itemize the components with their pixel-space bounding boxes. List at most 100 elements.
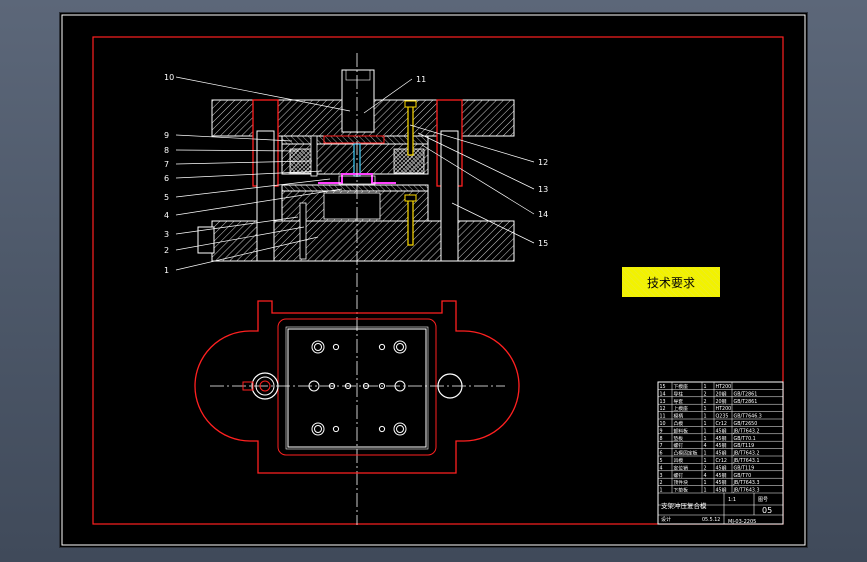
title-block-cell: 45钢 bbox=[716, 435, 727, 442]
title-block-cell: JB/T7643.3 bbox=[733, 480, 760, 486]
counterbore-hole bbox=[393, 422, 407, 436]
technical-requirements-note: 技术要求 bbox=[622, 267, 720, 297]
ejector-block bbox=[323, 192, 381, 220]
title-block-cell: 凸模固定板 bbox=[674, 450, 698, 457]
title-block-cell: 9 bbox=[660, 428, 663, 434]
title-block-cell: 45钢 bbox=[716, 464, 727, 471]
title-block-cell: 凸模 bbox=[674, 420, 684, 427]
title-block-cell: 定位销 bbox=[674, 464, 689, 471]
callout-number: 6 bbox=[164, 174, 169, 183]
title-block-cell: JB/T7643.2 bbox=[733, 451, 760, 457]
title-block-cell: 45钢 bbox=[716, 427, 727, 434]
pin-hole bbox=[332, 425, 340, 433]
title-block-cell: 螺钉 bbox=[674, 472, 684, 479]
title-block-cell: Cr12 bbox=[716, 421, 727, 427]
title-block-cell: 5 bbox=[660, 458, 663, 464]
title-block-cell: Q235 bbox=[716, 414, 729, 420]
front-section-view bbox=[197, 53, 515, 525]
title-block-cell: 下垫板 bbox=[674, 487, 689, 494]
callout-number: 11 bbox=[416, 75, 426, 84]
die-plate bbox=[281, 184, 429, 192]
title-block-cell: 导柱 bbox=[674, 390, 684, 397]
drawing-title: 支架冲压复合模 bbox=[661, 501, 707, 510]
title-block-cell: 45钢 bbox=[716, 487, 727, 494]
counterbore-hole bbox=[311, 422, 325, 436]
counterbore-hole bbox=[393, 340, 407, 354]
title-block-cell: 1 bbox=[704, 451, 707, 457]
title-block-cell: GB/T119 bbox=[734, 443, 755, 449]
callout-number: 9 bbox=[164, 131, 169, 140]
title-block-cell: 凹模 bbox=[674, 457, 684, 464]
title-block-cell: 1 bbox=[704, 406, 707, 412]
pin-hole bbox=[332, 343, 340, 351]
callout-number: 4 bbox=[164, 211, 169, 220]
assembly-drawing: 10987654321 1112131415 技术要求 15 下模座 1 HT2… bbox=[61, 14, 806, 546]
title-block-cell: 1 bbox=[660, 488, 663, 494]
die-shank bbox=[341, 69, 375, 133]
title-block-cell: 14 bbox=[660, 391, 666, 397]
screw-lower-head bbox=[404, 194, 417, 202]
counterbore-hole bbox=[311, 340, 325, 354]
title-block-cell: 10 bbox=[660, 421, 666, 427]
title-block-cell: HT200 bbox=[716, 406, 732, 412]
scale-value: 1:1 bbox=[728, 497, 736, 503]
drawing-code: MJ-03-2205 bbox=[728, 519, 756, 525]
title-block-cell: 1 bbox=[704, 384, 707, 390]
title-block-cell: 上模座 bbox=[674, 405, 689, 412]
title-block-cell: JB/T7643.2 bbox=[733, 428, 760, 434]
title-block-cell: 13 bbox=[660, 399, 666, 405]
title-block-cell: 1 bbox=[704, 458, 707, 464]
title-block-cell: 4 bbox=[660, 465, 663, 471]
title-block-cell: 4 bbox=[704, 443, 707, 449]
sheet-label: 图号 bbox=[758, 497, 768, 503]
callout-number: 8 bbox=[164, 146, 169, 155]
title-block-cell: 45钢 bbox=[716, 450, 727, 457]
title-block-cell: 导套 bbox=[674, 398, 684, 405]
screw-lower bbox=[407, 196, 414, 246]
title-block-cell: GB/T119 bbox=[734, 465, 755, 471]
dowel-pin-left bbox=[299, 202, 307, 260]
title-block-cell: 模柄 bbox=[674, 413, 684, 420]
title-block-cell: 7 bbox=[660, 443, 663, 449]
title-block-cell: 11 bbox=[660, 414, 666, 420]
callout-number: 5 bbox=[164, 193, 169, 202]
title-block: 15 下模座 1 HT20014 导柱 2 20钢 GB/T286113 导套 2 20钢 GB/T2… bbox=[657, 381, 784, 525]
title-block-cell: 2 bbox=[704, 399, 707, 405]
title-block-cell: 6 bbox=[660, 451, 663, 457]
cad-viewport-background: 10 9 8 7 6 5 4 3 2 1 11 12 13 14 15 技术要求… bbox=[0, 0, 867, 562]
callout-number: 10 bbox=[164, 73, 174, 82]
title-block-cell: 1 bbox=[704, 436, 707, 442]
title-block-cell: 1 bbox=[704, 488, 707, 494]
callout-number: 3 bbox=[164, 230, 169, 239]
callout-number: 14 bbox=[538, 210, 548, 219]
screw-upper-head bbox=[404, 100, 417, 108]
title-block-cell: 2 bbox=[704, 465, 707, 471]
callout-number: 15 bbox=[538, 239, 548, 248]
designer-label: 设计 bbox=[661, 516, 671, 523]
title-block-cell: 1 bbox=[704, 421, 707, 427]
dowel-pin-left-2 bbox=[310, 135, 318, 177]
title-block-cell: 垫板 bbox=[674, 435, 684, 442]
title-block-cell: 20钢 bbox=[716, 398, 727, 405]
title-block-cell: GB/T2650 bbox=[734, 421, 758, 427]
callout-number: 12 bbox=[538, 158, 548, 167]
pin-hole bbox=[378, 343, 386, 351]
callout-number: 7 bbox=[164, 160, 169, 169]
title-block-cell: 3 bbox=[660, 473, 663, 479]
callout-number: 13 bbox=[538, 185, 548, 194]
title-block-cell: GB/T2861 bbox=[734, 391, 758, 397]
title-block-cell: HT200 bbox=[716, 384, 732, 390]
title-block-cell: JB/T7643.3 bbox=[733, 488, 760, 494]
title-block-cell: 1 bbox=[704, 414, 707, 420]
title-block-cell: 顶件块 bbox=[674, 479, 689, 486]
title-block-cell: 卸料板 bbox=[674, 427, 689, 434]
drawing-sheet: 10 9 8 7 6 5 4 3 2 1 11 12 13 14 15 技术要求… bbox=[60, 13, 807, 547]
title-block-cell: 8 bbox=[660, 436, 663, 442]
title-block-cell: 4 bbox=[704, 473, 707, 479]
title-block-cell: Cr12 bbox=[716, 458, 727, 464]
pin-hole bbox=[378, 425, 386, 433]
title-block-cell: 12 bbox=[660, 406, 666, 412]
title-block-cell: GB/T7646.3 bbox=[734, 414, 762, 420]
title-block-cell: 45钢 bbox=[716, 472, 727, 479]
title-block-cell: 1 bbox=[704, 428, 707, 434]
